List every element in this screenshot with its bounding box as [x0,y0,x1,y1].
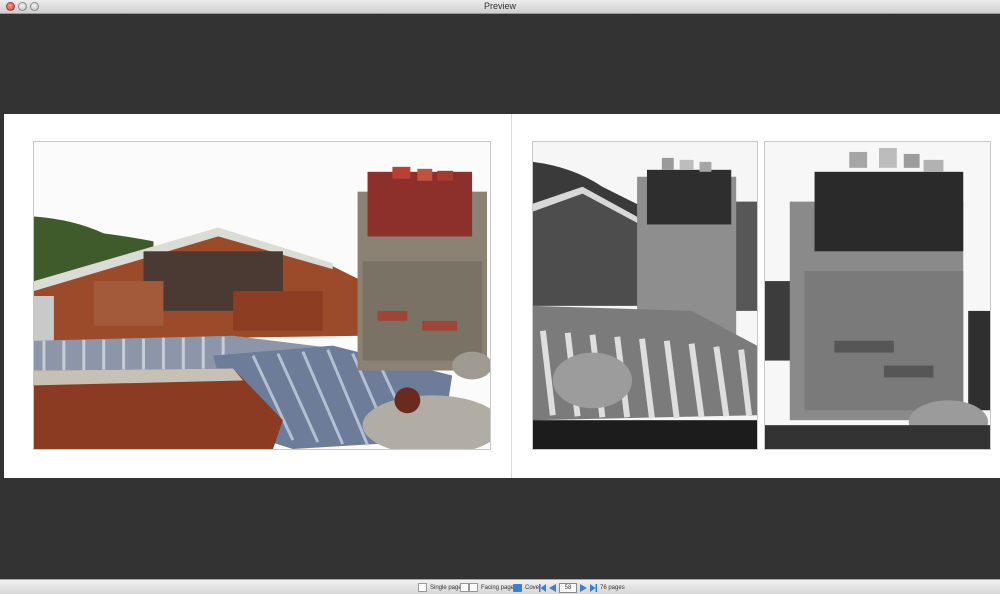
page-gutter [511,114,512,478]
page-navigation: 58 76 pages [539,582,625,593]
single-page-label: Single page [430,584,462,591]
book-viewer [0,14,1000,579]
book-cover-icon [513,583,522,592]
facing-pages-option[interactable]: Facing pages [460,583,517,592]
single-page-option[interactable]: Single page [418,583,462,592]
page-spread [4,114,1000,478]
chimney-color-photo[interactable] [33,141,491,450]
single-page-checkbox[interactable] [418,583,427,592]
page-toolbar: Single page Facing pages Cover 58 76 pag… [0,579,1000,594]
chimney-bw-photo-wide[interactable] [532,141,758,450]
total-pages-label: 76 pages [600,584,625,591]
title-bar: Preview [0,0,1000,14]
facing-pages-checkbox-right [469,583,478,592]
cover-option[interactable]: Cover [513,583,541,592]
previous-page-icon[interactable] [549,583,556,592]
window-title: Preview [483,1,516,11]
first-page-icon[interactable] [539,583,546,592]
next-page-icon[interactable] [580,583,587,592]
facing-pages-checkbox[interactable] [460,583,469,592]
chimney-bw-photo-closeup[interactable] [764,141,991,450]
page-number-field[interactable]: 58 [559,582,577,593]
last-page-icon[interactable] [590,583,597,592]
facing-pages-label: Facing pages [481,584,518,591]
